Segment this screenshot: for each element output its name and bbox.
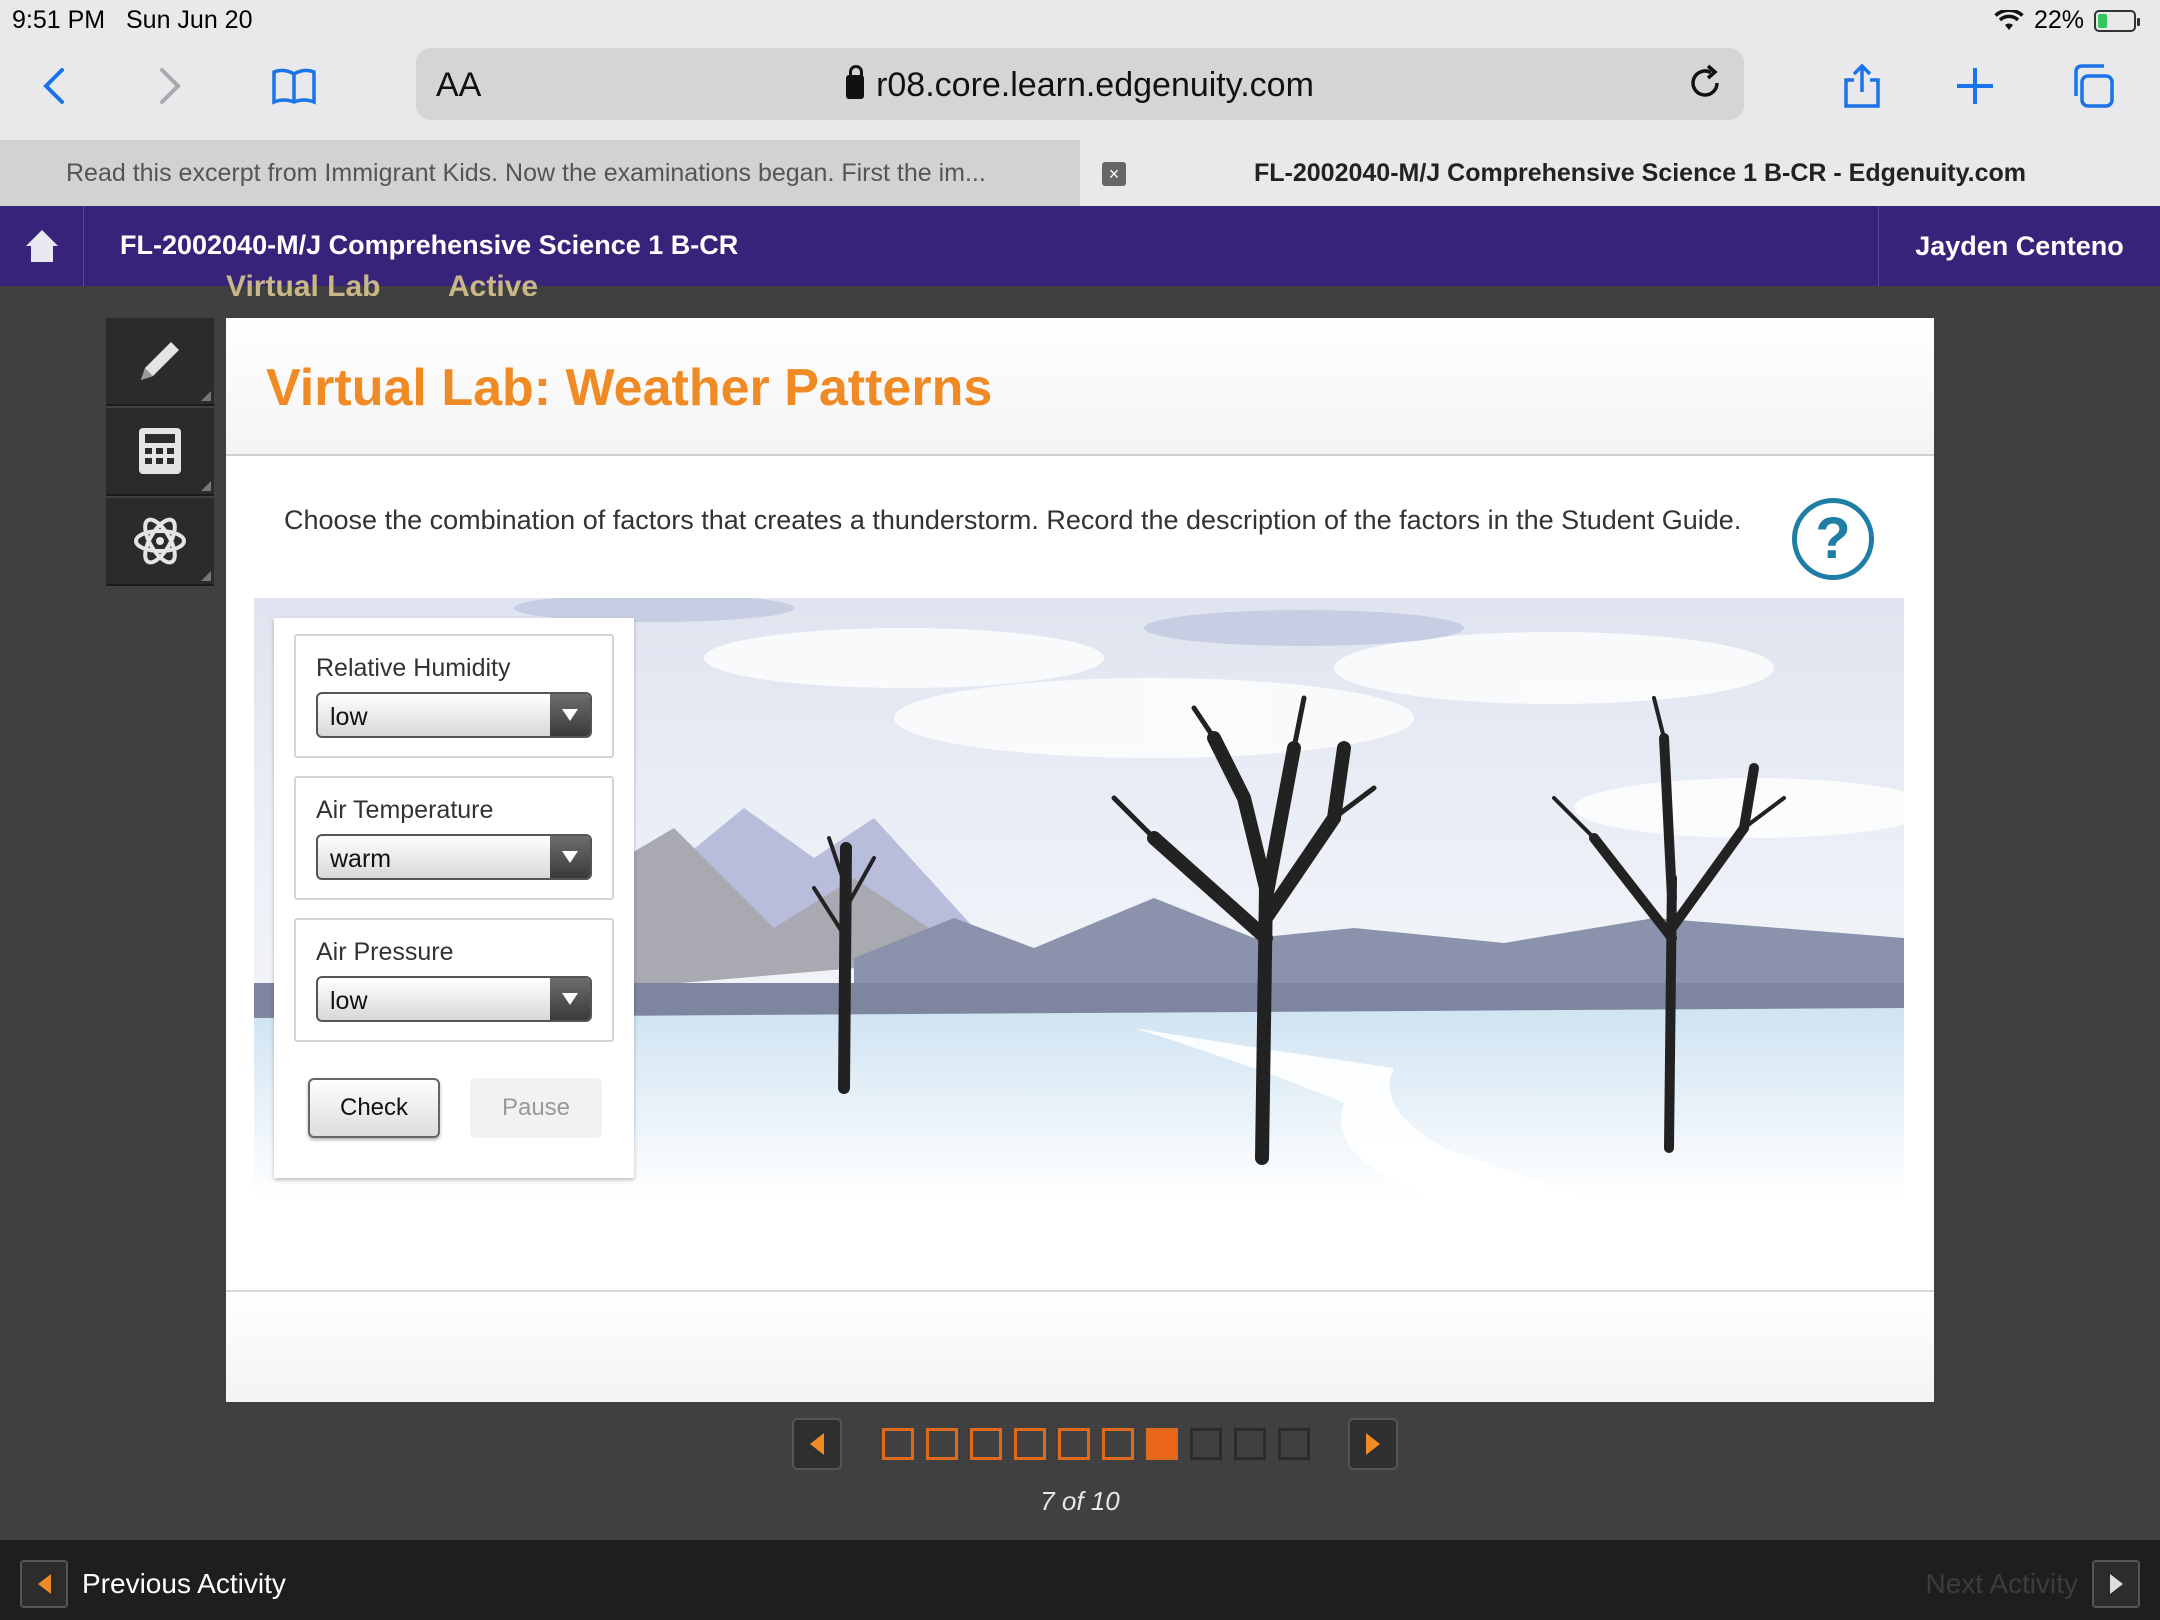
share-icon[interactable] — [1832, 58, 1892, 114]
tab-immigrant-kids[interactable]: Read this excerpt from Immigrant Kids. N… — [0, 140, 1080, 206]
page-indicator[interactable] — [970, 1428, 1002, 1460]
page-indicator[interactable] — [1102, 1428, 1134, 1460]
instruction-text: Choose the combination of factors that c… — [284, 505, 1742, 535]
browser-toolbar: AA r08.core.learn.edgenuity.com — [0, 38, 2160, 140]
page-indicator[interactable] — [1234, 1428, 1266, 1460]
forward-icon[interactable] — [138, 58, 198, 114]
status-bar: 9:51 PM Sun Jun 20 22% — [0, 0, 2160, 38]
atom-icon — [134, 517, 186, 565]
science-tool-button[interactable] — [106, 498, 214, 586]
page-title: Virtual Lab: Weather Patterns — [266, 359, 993, 417]
page-navigator — [792, 1418, 1398, 1470]
wifi-icon — [1994, 9, 2024, 30]
page-indicators — [882, 1428, 1310, 1460]
previous-activity-button[interactable] — [20, 1560, 68, 1608]
chevron-down-icon — [550, 694, 590, 736]
pressure-value: low — [330, 987, 368, 1015]
page-indicator[interactable] — [926, 1428, 958, 1460]
pencil-icon — [141, 342, 179, 380]
chevron-down-icon — [550, 978, 590, 1020]
lab-footer — [226, 1290, 1934, 1402]
previous-page-button[interactable] — [792, 1418, 842, 1470]
home-button[interactable] — [0, 206, 84, 286]
pressure-control: Air Pressure low — [294, 918, 614, 1042]
pencil-tool-button[interactable] — [106, 318, 214, 406]
lab-content: Virtual Lab: Weather Patterns Choose the… — [226, 318, 1934, 1402]
temperature-control: Air Temperature warm — [294, 776, 614, 900]
tab-edgenuity[interactable]: FL-2002040-M/J Comprehensive Science 1 B… — [1140, 140, 2140, 206]
page-indicator[interactable] — [1146, 1428, 1178, 1460]
page-count: 7 of 10 — [1040, 1486, 1120, 1516]
pause-button[interactable]: Pause — [470, 1078, 602, 1138]
new-tab-icon[interactable] — [1945, 58, 2005, 114]
back-icon[interactable] — [26, 58, 86, 114]
close-tab-icon[interactable]: × — [1102, 162, 1126, 186]
reload-icon[interactable] — [1684, 62, 1726, 104]
next-activity-label[interactable]: Next Activity — [1926, 1568, 2078, 1600]
breadcrumb-activity-type: Virtual Lab — [226, 270, 381, 296]
breadcrumb-status: Active — [448, 270, 539, 296]
calculator-tool-button[interactable] — [106, 408, 214, 496]
tool-rail — [106, 318, 214, 588]
humidity-select[interactable]: low — [316, 692, 592, 738]
lock-icon — [846, 65, 865, 99]
help-icon[interactable]: ? — [1792, 498, 1874, 580]
humidity-value: low — [330, 703, 368, 731]
url-text: r08.core.learn.edgenuity.com — [876, 66, 1314, 104]
activity-nav-bar: Previous Activity Next Activity — [0, 1540, 2160, 1620]
home-icon — [25, 230, 58, 262]
humidity-control: Relative Humidity low — [294, 634, 614, 758]
user-name[interactable]: Jayden Centeno — [1878, 206, 2160, 286]
status-date: Sun Jun 20 — [126, 6, 253, 34]
bookmarks-icon[interactable] — [264, 58, 324, 114]
page-indicator[interactable] — [1058, 1428, 1090, 1460]
page-indicator[interactable] — [1014, 1428, 1046, 1460]
course-title: FL-2002040-M/J Comprehensive Science 1 B… — [120, 230, 739, 260]
next-activity-button[interactable] — [2092, 1560, 2140, 1608]
page-indicator[interactable] — [882, 1428, 914, 1460]
temperature-label: Air Temperature — [316, 796, 494, 824]
address-bar[interactable]: AA r08.core.learn.edgenuity.com — [416, 48, 1744, 120]
chevron-down-icon — [550, 836, 590, 878]
status-time: 9:51 PM — [12, 6, 106, 34]
temperature-value: warm — [330, 845, 392, 873]
page-indicator[interactable] — [1278, 1428, 1310, 1460]
battery-icon — [2094, 9, 2140, 32]
tabs-icon[interactable] — [2062, 58, 2122, 114]
pressure-label: Air Pressure — [316, 938, 454, 966]
calculator-icon — [139, 428, 181, 474]
previous-activity-label[interactable]: Previous Activity — [82, 1568, 286, 1600]
battery-percent: 22% — [2033, 6, 2084, 34]
control-panel: Relative Humidity low Air Temperature wa… — [274, 618, 634, 1178]
page-indicator[interactable] — [1190, 1428, 1222, 1460]
humidity-label: Relative Humidity — [316, 654, 511, 682]
check-button[interactable]: Check — [308, 1078, 440, 1138]
browser-tabs: Read this excerpt from Immigrant Kids. N… — [0, 140, 2160, 206]
temperature-select[interactable]: warm — [316, 834, 592, 880]
next-page-button[interactable] — [1348, 1418, 1398, 1470]
pressure-select[interactable]: low — [316, 976, 592, 1022]
